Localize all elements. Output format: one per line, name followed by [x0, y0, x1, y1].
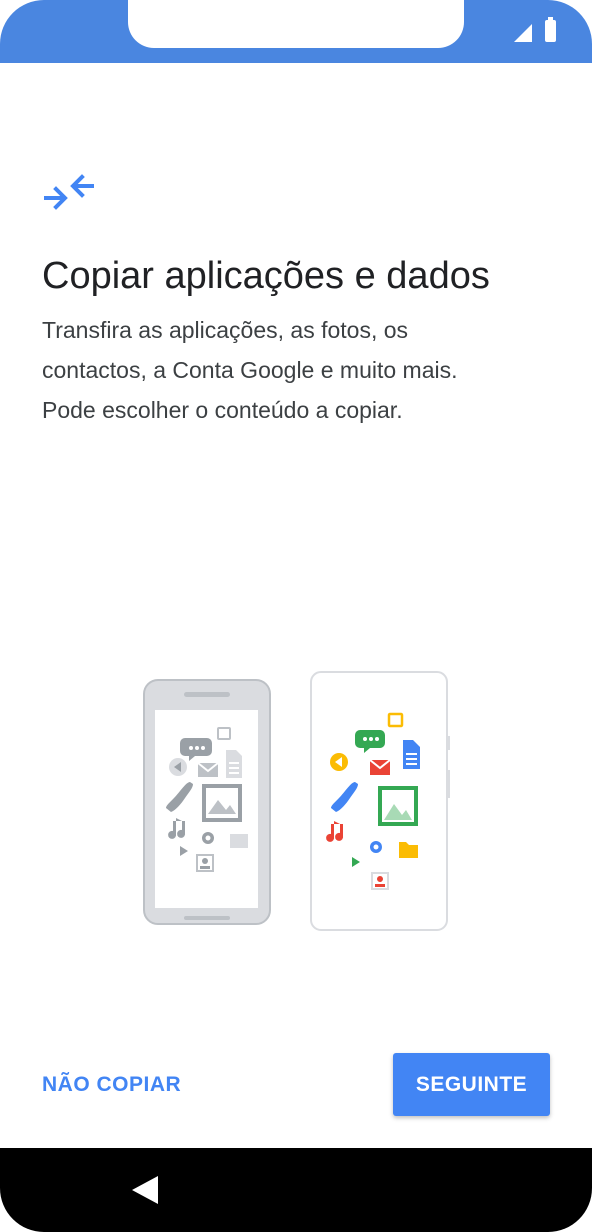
back-icon[interactable]	[132, 1176, 158, 1204]
next-button[interactable]: SEGUINTE	[393, 1053, 550, 1116]
device-screen: Copiar aplicações e dados Transfira as a…	[0, 0, 592, 1232]
signal-icon	[514, 24, 532, 42]
navigation-bar	[0, 1148, 592, 1232]
description-line: Transfira as aplicações, as fotos, os	[42, 317, 409, 343]
description-line: contactos, a Conta Google e muito mais.	[42, 357, 458, 383]
battery-icon	[545, 17, 556, 42]
new-phone-image	[310, 671, 450, 931]
skip-copy-button[interactable]: NÃO COPIAR	[42, 1062, 181, 1108]
description-line: Pode escolher o conteúdo a copiar.	[42, 397, 403, 423]
transfer-arrows-icon	[44, 174, 94, 210]
old-phone-image	[143, 679, 271, 925]
status-bar	[0, 0, 592, 63]
camera-notch	[128, 0, 464, 48]
old-phone-to-new-phone-illustration	[143, 671, 450, 931]
page-title: Copiar aplicações e dados	[42, 255, 490, 297]
page-description: Transfira as aplicações, as fotos, os co…	[42, 310, 562, 430]
